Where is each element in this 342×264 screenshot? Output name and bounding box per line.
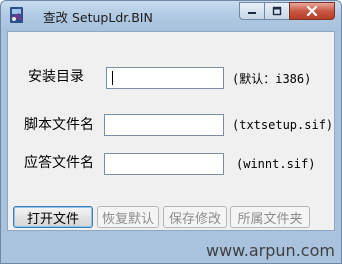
maximize-icon <box>272 6 282 16</box>
close-button[interactable] <box>289 2 335 20</box>
install-dir-hint: (默认：i386) <box>232 72 312 86</box>
answer-file-input[interactable] <box>104 153 224 175</box>
close-icon <box>306 5 318 17</box>
maximize-button[interactable] <box>264 2 290 20</box>
script-file-input[interactable] <box>104 114 224 136</box>
form-panel: 安装目录 (默认：i386) 脚本文件名 (txtsetup.sif) 应答文件… <box>7 31 335 231</box>
owning-folder-button[interactable]: 所属文件夹 <box>230 206 310 228</box>
minimize-icon <box>248 12 256 14</box>
answer-file-hint: (winnt.sif) <box>236 157 316 171</box>
install-dir-input[interactable] <box>106 67 224 89</box>
save-changes-button[interactable]: 保存修改 <box>163 206 227 228</box>
restore-default-button[interactable]: 恢复默认 <box>97 206 159 228</box>
text-caret <box>112 71 113 85</box>
script-file-hint: (txtsetup.sif) <box>232 118 334 132</box>
title-bar[interactable]: 查改 SetupLdr.BIN <box>1 1 341 31</box>
window-title: 查改 SetupLdr.BIN <box>43 10 153 25</box>
minimize-button[interactable] <box>239 2 265 20</box>
install-dir-label: 安装目录 <box>28 69 84 85</box>
script-file-label: 脚本文件名 <box>24 117 94 133</box>
app-icon[interactable] <box>7 5 27 25</box>
answer-file-label: 应答文件名 <box>24 155 94 171</box>
open-file-button[interactable]: 打开文件 <box>13 206 93 228</box>
app-window: 查改 SetupLdr.BIN 安装目录 (默认：i386) 脚本文件名 (tx… <box>0 0 342 264</box>
site-watermark: www.arpun.com <box>206 241 335 260</box>
